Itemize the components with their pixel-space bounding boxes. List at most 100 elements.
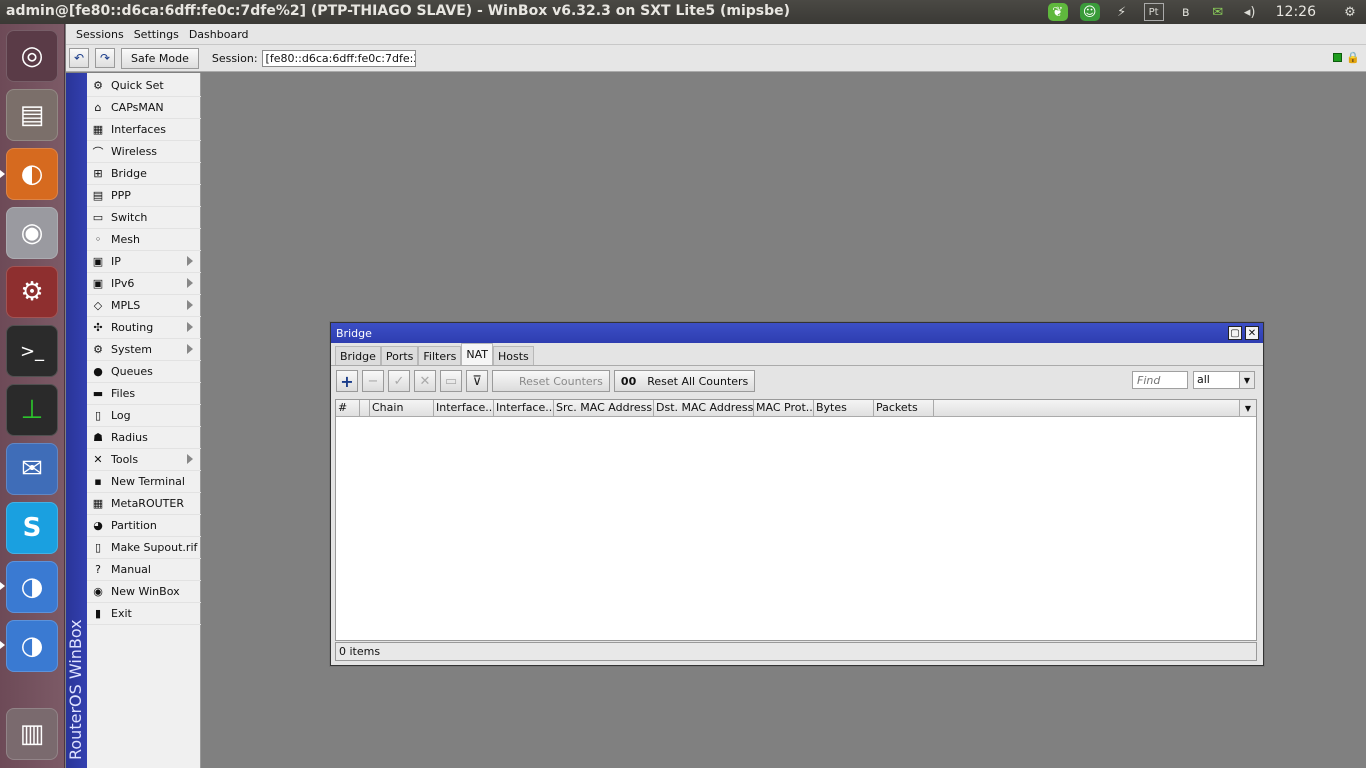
sidebar-item-queues[interactable]: ● Queues xyxy=(87,361,201,383)
sidebar-item-radius[interactable]: ☗ Radius xyxy=(87,427,201,449)
column-header[interactable]: Src. MAC Address xyxy=(554,400,654,416)
launcher-files[interactable]: ▤ xyxy=(6,89,58,141)
filter-select[interactable]: all ▼ xyxy=(1193,371,1255,389)
sidebar-item-tools[interactable]: ✕ Tools xyxy=(87,449,201,471)
session-field[interactable]: [fe80::d6ca:6dff:fe0c:7dfe:2] xyxy=(261,49,416,67)
tab-nat[interactable]: NAT xyxy=(461,343,494,365)
sidebar-item-new-winbox[interactable]: ◉ New WinBox xyxy=(87,581,201,603)
capsman-icon: ⌂ xyxy=(94,101,102,114)
chat-icon[interactable]: ☺ xyxy=(1079,3,1100,21)
launcher-running-indicator xyxy=(0,582,5,590)
add-button[interactable]: + xyxy=(336,370,358,392)
column-header[interactable]: Chain xyxy=(370,400,434,416)
launcher-winbox-antenna[interactable]: ⊥ xyxy=(6,384,58,436)
launcher-trash[interactable]: ▥ xyxy=(6,708,58,760)
sidebar-item-files[interactable]: ▬ Files xyxy=(87,383,201,405)
clock[interactable]: 12:26 xyxy=(1276,4,1316,20)
disc-icon: ◉ xyxy=(20,218,44,248)
sidebar-item-metarouter[interactable]: ▦ MetaROUTER xyxy=(87,493,201,515)
column-header[interactable]: Dst. MAC Address xyxy=(654,400,754,416)
find-input[interactable] xyxy=(1132,371,1188,389)
power-gear-icon[interactable]: ⚙ xyxy=(1340,3,1360,21)
enable-button[interactable]: ✓ xyxy=(388,370,410,392)
network-icon[interactable]: ⚡ xyxy=(1112,3,1132,21)
sidebar-item-label: IPv6 xyxy=(111,277,135,290)
keyboard-icon[interactable]: Pt xyxy=(1143,3,1164,21)
sidebar-item-mpls[interactable]: ◇ MPLS xyxy=(87,295,201,317)
sidebar-menu: ⚙ Quick Set ⌂ CAPsMAN ▦ Interfaces ⌒ Wireless ⊞ B… xyxy=(87,75,201,625)
sidebar-item-interfaces[interactable]: ▦ Interfaces xyxy=(87,119,201,141)
sidebar-item-ipv6[interactable]: ▣ IPv6 xyxy=(87,273,201,295)
redo-button[interactable]: ↷ xyxy=(95,48,115,68)
column-header[interactable]: MAC Prot... xyxy=(754,400,814,416)
menu-sessions[interactable]: Sessions xyxy=(71,28,129,41)
system-icon: ⚙ xyxy=(93,343,103,356)
volume-icon[interactable]: ◂) xyxy=(1240,3,1260,21)
sidebar-item-capsman[interactable]: ⌂ CAPsMAN xyxy=(87,97,201,119)
launcher-terminal[interactable]: >_ xyxy=(6,325,58,377)
column-menu-icon[interactable]: ▼ xyxy=(1239,400,1256,416)
launcher-ubuntu-dash[interactable]: ◎ xyxy=(6,30,58,82)
tab-hosts[interactable]: Hosts xyxy=(493,346,534,365)
menu-dashboard[interactable]: Dashboard xyxy=(184,28,254,41)
sidebar-item-mesh[interactable]: ◦ Mesh xyxy=(87,229,201,251)
sidebar-item-new-terminal[interactable]: ▪ New Terminal xyxy=(87,471,201,493)
close-button[interactable]: ✕ xyxy=(1245,326,1259,340)
column-header[interactable] xyxy=(360,400,370,416)
tab-bridge[interactable]: Bridge xyxy=(335,346,381,365)
reset-all-counters-button[interactable]: 00 Reset All Counters xyxy=(613,370,756,392)
dropdown-arrow-icon[interactable]: ▼ xyxy=(1239,372,1254,388)
column-header[interactable]: Interface... xyxy=(434,400,494,416)
sidebar-item-manual[interactable]: ? Manual xyxy=(87,559,201,581)
disable-button[interactable]: ✕ xyxy=(414,370,436,392)
column-header[interactable]: Interface... xyxy=(494,400,554,416)
maximize-button[interactable]: ▢ xyxy=(1228,326,1242,340)
sidebar-item-ppp[interactable]: ▤ PPP xyxy=(87,185,201,207)
tab-filters[interactable]: Filters xyxy=(418,346,462,365)
undo-button[interactable]: ↶ xyxy=(69,48,89,68)
winbox-icon: ◑ xyxy=(20,631,44,661)
supout-icon: ▯ xyxy=(94,541,102,554)
column-header[interactable]: Packets xyxy=(874,400,934,416)
launcher-disc[interactable]: ◉ xyxy=(6,207,58,259)
sidebar-item-routing[interactable]: ✣ Routing xyxy=(87,317,201,339)
launcher-skype[interactable]: S xyxy=(6,502,58,554)
launcher-thunderbird[interactable]: ✉ xyxy=(6,443,58,495)
sidebar-item-partition[interactable]: ◕ Partition xyxy=(87,515,201,537)
submenu-arrow-icon xyxy=(187,256,193,266)
sidebar-item-switch[interactable]: ▭ Switch xyxy=(87,207,201,229)
routing-icon: ✣ xyxy=(93,321,103,334)
column-header[interactable]: Bytes xyxy=(814,400,874,416)
column-header[interactable]: # xyxy=(336,400,360,416)
remove-button[interactable]: − xyxy=(362,370,384,392)
safe-mode-button[interactable]: Safe Mode xyxy=(121,47,199,69)
sidebar-item-ip[interactable]: ▣ IP xyxy=(87,251,201,273)
sidebar-item-exit[interactable]: ▮ Exit xyxy=(87,603,201,625)
reset-counters-label: Reset Counters xyxy=(519,374,603,388)
sidebar-item-label: Routing xyxy=(111,321,154,334)
sidebar-item-bridge[interactable]: ⊞ Bridge xyxy=(87,163,201,185)
bridge-window-titlebar[interactable]: Bridge ▢ ✕ xyxy=(331,323,1263,343)
reset-all-counters-label: Reset All Counters xyxy=(647,374,749,388)
sidebar-item-system[interactable]: ⚙ System xyxy=(87,339,201,361)
launcher-firefox[interactable]: ◐ xyxy=(6,148,58,200)
sidebar-item-quick-set[interactable]: ⚙ Quick Set xyxy=(87,75,201,97)
wrench-gear-icon: ⚙ xyxy=(20,277,44,307)
sidebar-item-wireless[interactable]: ⌒ Wireless xyxy=(87,141,201,163)
reset-counters-button[interactable]: Reset Counters xyxy=(492,370,610,392)
bluetooth-icon[interactable]: ʙ xyxy=(1176,3,1196,21)
submenu-arrow-icon xyxy=(187,300,193,310)
launcher-winbox-2[interactable]: ◑ xyxy=(6,620,58,672)
tab-ports[interactable]: Ports xyxy=(380,346,419,365)
mail-icon[interactable]: ✉ xyxy=(1208,3,1228,21)
sidebar-item-make-supout-rif[interactable]: ▯ Make Supout.rif xyxy=(87,537,201,559)
evernote-icon[interactable]: ❦ xyxy=(1047,3,1068,21)
launcher-settings[interactable]: ⚙ xyxy=(6,266,58,318)
comment-button[interactable]: ▭ xyxy=(440,370,462,392)
launcher-winbox-1[interactable]: ◑ xyxy=(6,561,58,613)
launcher-running-indicator xyxy=(0,641,5,649)
terminal-icon: >_ xyxy=(19,340,45,362)
sidebar-item-log[interactable]: ▯ Log xyxy=(87,405,201,427)
menu-settings[interactable]: Settings xyxy=(129,28,184,41)
filter-button[interactable]: ⊽ xyxy=(466,370,488,392)
